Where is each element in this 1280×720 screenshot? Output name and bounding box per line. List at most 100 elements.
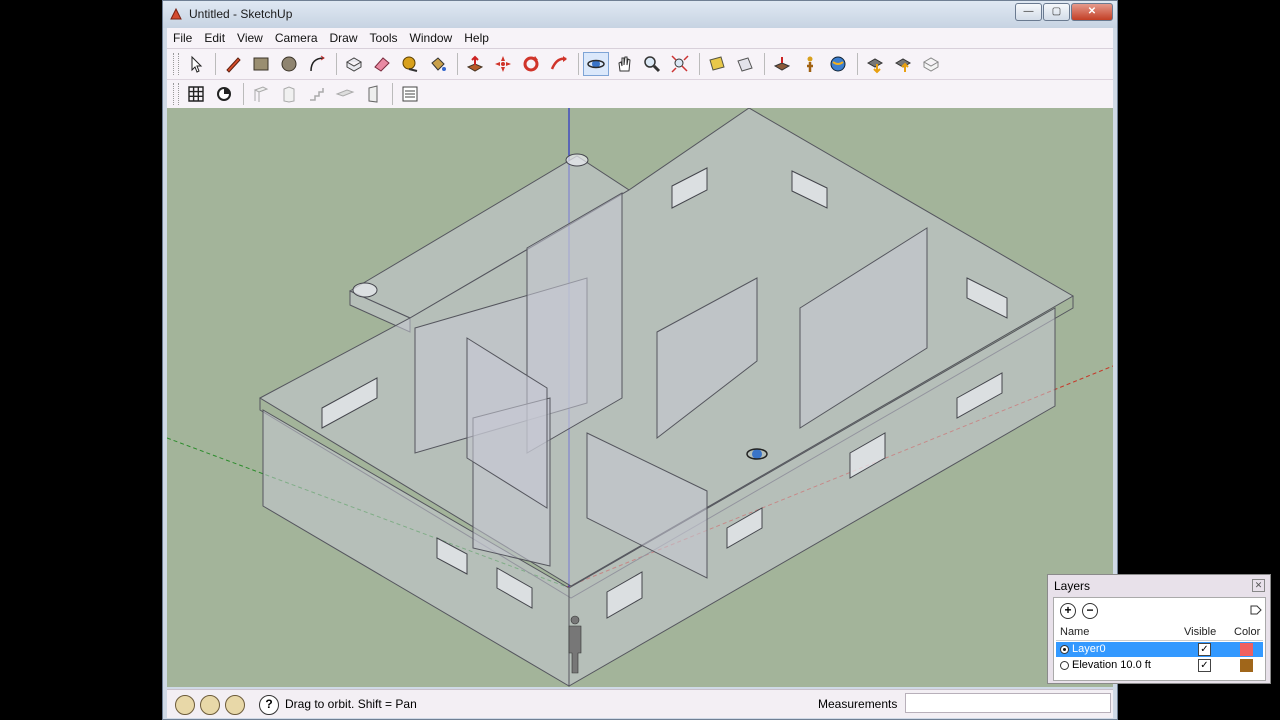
orbit-tool[interactable] <box>583 52 609 76</box>
select-tool[interactable] <box>183 52 209 76</box>
house-model <box>167 108 1113 687</box>
minimize-button[interactable]: — <box>1015 3 1042 21</box>
menu-camera[interactable]: Camera <box>269 31 324 45</box>
maximize-button[interactable]: ▢ <box>1043 3 1070 21</box>
zoom-tool[interactable] <box>639 52 665 76</box>
layers-dialog: Layers ✕ + − Name Visible Color Layer0 ✓… <box>1047 574 1271 684</box>
layers-list-tool[interactable] <box>397 82 423 106</box>
beam-tool[interactable] <box>332 82 358 106</box>
modeling-viewport[interactable] <box>167 108 1113 687</box>
layer-color-swatch[interactable] <box>1240 643 1253 656</box>
layers-col-name[interactable]: Name <box>1060 626 1089 640</box>
get-models-tool[interactable] <box>825 52 851 76</box>
measurements-field[interactable] <box>905 693 1111 713</box>
toolbar-grip[interactable] <box>173 83 179 105</box>
position-camera-tool[interactable] <box>732 52 758 76</box>
geo-location-icon[interactable] <box>175 695 195 715</box>
layer-active-radio[interactable] <box>1060 645 1069 654</box>
layers-list-panel: + − Name Visible Color Layer0 ✓ Elevatio… <box>1053 597 1266 681</box>
beam-icon <box>335 89 355 97</box>
door-icon <box>368 85 378 103</box>
layers-details-icon[interactable] <box>1249 603 1263 617</box>
menu-view[interactable]: View <box>231 31 269 45</box>
layer-active-radio[interactable] <box>1060 661 1069 670</box>
components-tool[interactable] <box>918 52 944 76</box>
share-model-icon <box>866 58 884 74</box>
layer-color-swatch[interactable] <box>1240 659 1253 672</box>
toolbar-separator <box>857 53 858 75</box>
look-around-icon <box>807 56 813 72</box>
orbit-icon <box>587 59 605 69</box>
toolbar-separator <box>457 53 458 75</box>
help-icon[interactable]: ? <box>259 695 279 715</box>
layers-col-color[interactable]: Color <box>1234 626 1260 640</box>
menu-help[interactable]: Help <box>458 31 495 45</box>
look-around-tool[interactable] <box>797 52 823 76</box>
menu-tools[interactable]: Tools <box>364 31 404 45</box>
door-tool[interactable] <box>360 82 386 106</box>
paint-bucket-tool[interactable] <box>425 52 451 76</box>
wall-tool[interactable] <box>248 82 274 106</box>
upload-component-icon <box>894 58 912 72</box>
toolbar-grip[interactable] <box>173 53 179 75</box>
sketchup-window: Untitled - SketchUp — ▢ ✕ File Edit View… <box>162 0 1271 720</box>
menu-bar: File Edit View Camera Draw Tools Window … <box>167 28 1113 49</box>
toolbar-separator <box>764 53 765 75</box>
zoom-extents-icon <box>671 55 689 73</box>
walk-icon <box>773 57 791 71</box>
push-pull-tool[interactable] <box>462 52 488 76</box>
column-top-2 <box>352 282 378 298</box>
column-icon <box>283 86 295 103</box>
toolbar-separator <box>336 53 337 75</box>
paint-bucket-icon <box>431 57 446 71</box>
sandbox-tool[interactable] <box>211 82 237 106</box>
stair-tool[interactable] <box>304 82 330 106</box>
layer-name[interactable]: Layer0 <box>1072 643 1106 655</box>
pan-tool[interactable] <box>611 52 637 76</box>
menu-edit[interactable]: Edit <box>198 31 231 45</box>
toolbar-separator <box>699 53 700 75</box>
make-component-tool[interactable] <box>341 52 367 76</box>
add-layer-icon[interactable]: + <box>1060 603 1076 619</box>
layers-col-visible[interactable]: Visible <box>1184 626 1216 640</box>
rectangle-tool[interactable] <box>248 52 274 76</box>
upload-component-tool[interactable] <box>890 52 916 76</box>
user-icon[interactable] <box>225 695 245 715</box>
walk-tool[interactable] <box>769 52 795 76</box>
close-button[interactable]: ✕ <box>1071 3 1113 21</box>
eraser-icon <box>374 57 390 72</box>
tape-measure-tool[interactable] <box>397 52 423 76</box>
menu-file[interactable]: File <box>167 31 198 45</box>
layer-row-layer0[interactable]: Layer0 ✓ <box>1056 642 1263 657</box>
main-toolbar <box>167 49 1113 80</box>
pencil-tool[interactable] <box>220 52 246 76</box>
layer-visible-checkbox[interactable]: ✓ <box>1198 643 1211 656</box>
make-component-icon <box>345 57 363 72</box>
credits-icon[interactable] <box>200 695 220 715</box>
remove-layer-icon[interactable]: − <box>1082 603 1098 619</box>
menu-draw[interactable]: Draw <box>324 31 364 45</box>
layer-visible-checkbox[interactable]: ✓ <box>1198 659 1211 672</box>
column-tool[interactable] <box>276 82 302 106</box>
share-model-tool[interactable] <box>862 52 888 76</box>
move-tool[interactable] <box>490 52 516 76</box>
column-top-1 <box>565 153 589 167</box>
toolbar-separator <box>578 53 579 75</box>
measurements-label: Measurements <box>818 697 898 711</box>
zoom-extents-tool[interactable] <box>667 52 693 76</box>
arc-tool[interactable] <box>304 52 330 76</box>
menu-window[interactable]: Window <box>404 31 459 45</box>
follow-me-icon <box>550 56 567 70</box>
layer-name[interactable]: Elevation 10.0 ft <box>1072 659 1151 671</box>
section-plane-tool[interactable] <box>704 52 730 76</box>
wall-icon <box>253 86 269 102</box>
follow-me-tool[interactable] <box>546 52 572 76</box>
eraser-tool[interactable] <box>369 52 395 76</box>
rotate-tool[interactable] <box>518 52 544 76</box>
grid-tool[interactable] <box>183 82 209 106</box>
layer-row-elevation[interactable]: Elevation 10.0 ft ✓ <box>1056 658 1263 673</box>
layers-close-button[interactable]: ✕ <box>1252 579 1265 592</box>
push-pull-icon <box>466 55 484 72</box>
circle-tool[interactable] <box>276 52 302 76</box>
title-bar[interactable]: Untitled - SketchUp — ▢ ✕ <box>163 1 1117 28</box>
